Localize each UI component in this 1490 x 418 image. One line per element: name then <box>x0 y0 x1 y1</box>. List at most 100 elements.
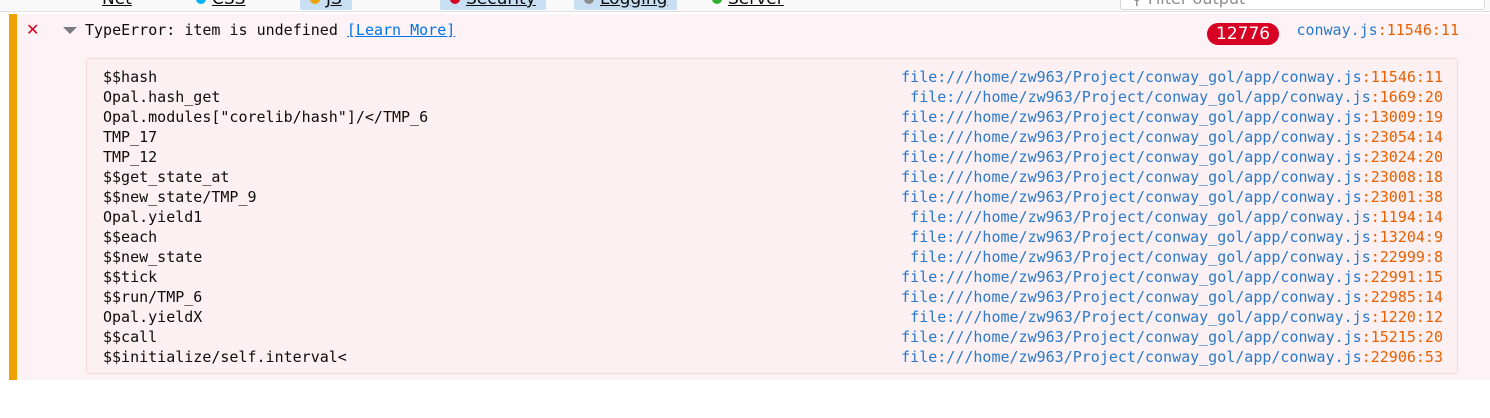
expand-twisty-icon[interactable] <box>63 27 77 34</box>
css-dot-icon <box>196 0 206 4</box>
frame-file: file:///home/zw963/Project/conway_gol/ap… <box>910 88 1371 106</box>
frame-file: file:///home/zw963/Project/conway_gol/ap… <box>910 228 1371 246</box>
stack-frame[interactable]: $$call file:///home/zw963/Project/conway_… <box>103 327 1443 347</box>
frame-function: $$get_state_at <box>103 168 230 186</box>
frame-function: Opal.hash_get <box>103 88 221 106</box>
filter-placeholder: Filter output <box>1148 0 1245 8</box>
filter-security-button[interactable]: Security <box>440 0 546 10</box>
frame-source-link[interactable]: file:///home/zw963/Project/conway_gol/ap… <box>910 247 1443 267</box>
filter-server-button[interactable]: Server <box>712 0 784 10</box>
frame-source-link[interactable]: file:///home/zw963/Project/conway_gol/ap… <box>901 347 1443 367</box>
frame-file: file:///home/zw963/Project/conway_gol/ap… <box>901 348 1362 366</box>
stack-frame[interactable]: TMP_17 file:///home/zw963/Project/conway_… <box>103 127 1443 147</box>
frame-function: $$run/TMP_6 <box>103 288 203 306</box>
stack-frame[interactable]: Opal.yieldX file:///home/zw963/Project/co… <box>103 307 1443 327</box>
frame-line-col: :13204:9 <box>1370 228 1443 246</box>
frame-source-link[interactable]: file:///home/zw963/Project/conway_gol/ap… <box>901 167 1443 187</box>
stack-frame[interactable]: TMP_12 file:///home/zw963/Project/conway_… <box>103 147 1443 167</box>
stack-frame[interactable]: $$tick file:///home/zw963/Project/conway_… <box>103 267 1443 287</box>
frame-source-link[interactable]: file:///home/zw963/Project/conway_gol/ap… <box>901 107 1443 127</box>
filter-js-button[interactable]: JS <box>300 0 352 10</box>
security-dot-icon <box>450 0 460 4</box>
frame-line-col: :23008:18 <box>1361 168 1443 186</box>
toolbar-divider <box>0 11 1490 12</box>
frame-source-link[interactable]: file:///home/zw963/Project/conway_gol/ap… <box>910 307 1443 327</box>
frame-file: file:///home/zw963/Project/conway_gol/ap… <box>901 188 1362 206</box>
frame-file: file:///home/zw963/Project/conway_gol/ap… <box>901 268 1362 286</box>
frame-function: TMP_17 <box>103 128 158 146</box>
stack-frame[interactable]: Opal.yield1 file:///home/zw963/Project/co… <box>103 207 1443 227</box>
js-dot-icon <box>310 0 320 4</box>
frame-file: file:///home/zw963/Project/conway_gol/ap… <box>901 328 1362 346</box>
frame-source-link[interactable]: file:///home/zw963/Project/conway_gol/ap… <box>910 207 1443 227</box>
frame-line-col: :22991:15 <box>1361 268 1443 286</box>
frame-source-link[interactable]: file:///home/zw963/Project/conway_gol/ap… <box>901 327 1443 347</box>
frame-function: $$new_state/TMP_9 <box>103 188 257 206</box>
frame-function: $$initialize/self.interval< <box>103 348 347 366</box>
frame-line-col: :11546:11 <box>1361 68 1443 86</box>
frame-function: $$call <box>103 328 158 346</box>
message-location-link[interactable]: conway.js:11546:11 <box>1296 20 1459 40</box>
frame-line-col: :13009:19 <box>1361 108 1443 126</box>
frame-source-link[interactable]: file:///home/zw963/Project/conway_gol/ap… <box>901 267 1443 287</box>
stack-frame[interactable]: Opal.hash_get file:///home/zw963/Project/… <box>103 87 1443 107</box>
frame-line-col: :15215:20 <box>1361 328 1443 346</box>
stack-frame[interactable]: $$hash file:///home/zw963/Project/conway_… <box>103 67 1443 87</box>
stack-frame[interactable]: $$initialize/self.interval< file:///home/… <box>103 347 1443 367</box>
learn-more-link[interactable]: [Learn More] <box>347 21 455 39</box>
filter-net-label: Net <box>102 0 132 9</box>
stack-frame[interactable]: Opal.modules["corelib/hash"]/</TMP_6 file… <box>103 107 1443 127</box>
error-x-icon: ✕ <box>26 20 40 39</box>
stack-frame[interactable]: $$get_state_at file:///home/zw963/Project… <box>103 167 1443 187</box>
frame-file: file:///home/zw963/Project/conway_gol/ap… <box>910 308 1371 326</box>
filter-logging-button[interactable]: Logging <box>574 0 678 10</box>
stack-frame[interactable]: $$new_state/TMP_9 file:///home/zw963/Proj… <box>103 187 1443 207</box>
frame-source-link[interactable]: file:///home/zw963/Project/conway_gol/ap… <box>910 87 1443 107</box>
stacktrace-panel: $$hash file:///home/zw963/Project/conway_… <box>86 58 1458 374</box>
filter-css-label: CSS <box>212 0 245 9</box>
frame-file: file:///home/zw963/Project/conway_gol/ap… <box>901 68 1362 86</box>
message-body: TypeError: item is undefined [Learn More… <box>85 20 455 40</box>
message-header[interactable]: ✕ TypeError: item is undefined [Learn Mo… <box>17 14 1490 48</box>
frame-function: $$new_state <box>103 248 203 266</box>
filter-js-label: JS <box>326 0 342 9</box>
stack-frame[interactable]: $$run/TMP_6 file:///home/zw963/Project/co… <box>103 287 1443 307</box>
frame-file: file:///home/zw963/Project/conway_gol/ap… <box>901 148 1362 166</box>
logging-dot-icon <box>584 0 594 4</box>
location-line: :11546:11 <box>1377 21 1459 39</box>
frame-source-link[interactable]: file:///home/zw963/Project/conway_gol/ap… <box>901 127 1443 147</box>
error-message: ✕ TypeError: item is undefined [Learn Mo… <box>9 14 1490 380</box>
console-filter-toolbar: Net CSS JS Security Logging Server ⚲ Fil… <box>0 0 1490 11</box>
frame-line-col: :1194:14 <box>1370 208 1443 226</box>
frame-function: $$each <box>103 228 158 246</box>
frame-line-col: :23054:14 <box>1361 128 1443 146</box>
frame-source-link[interactable]: file:///home/zw963/Project/conway_gol/ap… <box>901 287 1443 307</box>
frame-file: file:///home/zw963/Project/conway_gol/ap… <box>910 208 1371 226</box>
frame-line-col: :23024:20 <box>1361 148 1443 166</box>
filter-net-button[interactable]: Net <box>102 0 132 10</box>
repeat-count-badge: 12776 <box>1207 23 1280 45</box>
frame-function: $$tick <box>103 268 158 286</box>
frame-file: file:///home/zw963/Project/conway_gol/ap… <box>901 108 1362 126</box>
filter-logging-label: Logging <box>600 0 667 9</box>
location-file: conway.js <box>1296 21 1378 39</box>
stack-frame[interactable]: $$each file:///home/zw963/Project/conway_… <box>103 227 1443 247</box>
frame-source-link[interactable]: file:///home/zw963/Project/conway_gol/ap… <box>901 147 1443 167</box>
stack-frame[interactable]: $$new_state file:///home/zw963/Project/co… <box>103 247 1443 267</box>
frame-file: file:///home/zw963/Project/conway_gol/ap… <box>901 128 1362 146</box>
frame-line-col: :22906:53 <box>1361 348 1443 366</box>
frame-line-col: :22985:14 <box>1361 288 1443 306</box>
frame-file: file:///home/zw963/Project/conway_gol/ap… <box>901 288 1362 306</box>
frame-function: Opal.modules["corelib/hash"]/</TMP_6 <box>103 108 429 126</box>
frame-function: Opal.yieldX <box>103 308 203 326</box>
server-dot-icon <box>712 0 722 4</box>
frame-file: file:///home/zw963/Project/conway_gol/ap… <box>910 248 1371 266</box>
frame-function: $$hash <box>103 68 158 86</box>
frame-source-link[interactable]: file:///home/zw963/Project/conway_gol/ap… <box>901 187 1443 207</box>
frame-function: TMP_12 <box>103 148 158 166</box>
filter-output-input[interactable]: ⚲ Filter output <box>1120 0 1485 10</box>
filter-css-button[interactable]: CSS <box>196 0 245 10</box>
frame-source-link[interactable]: file:///home/zw963/Project/conway_gol/ap… <box>910 227 1443 247</box>
frame-line-col: :22999:8 <box>1370 248 1443 266</box>
frame-source-link[interactable]: file:///home/zw963/Project/conway_gol/ap… <box>901 67 1443 87</box>
